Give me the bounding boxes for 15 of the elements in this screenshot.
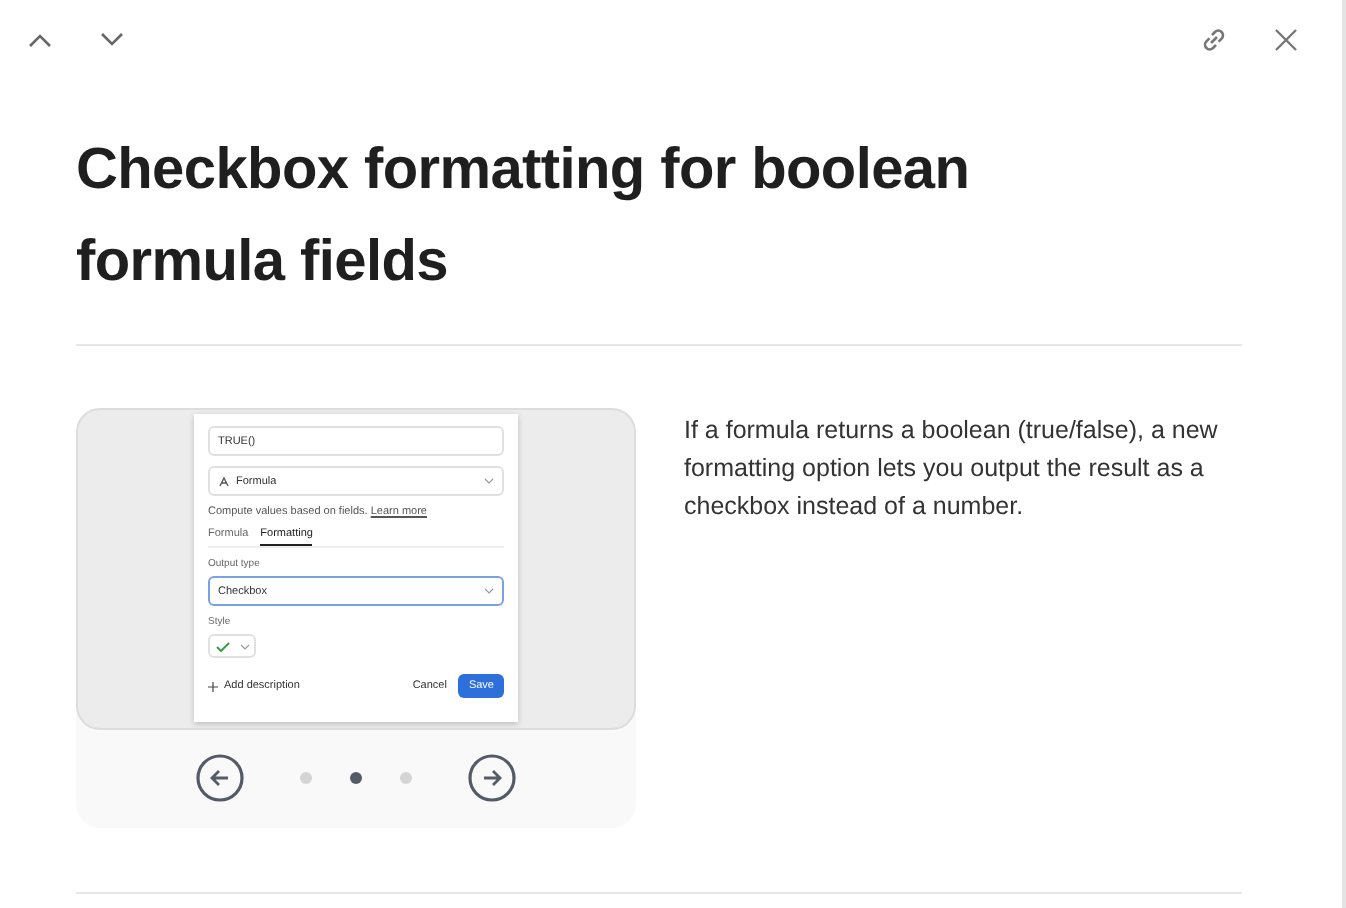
formula-icon [218,475,230,487]
chevron-icon [239,643,249,649]
next-slide-icon[interactable] [468,754,516,802]
close-icon[interactable] [1270,24,1302,56]
chevron-icon [484,478,494,484]
carousel-dot[interactable] [300,772,312,784]
previous-slide-icon[interactable] [196,754,244,802]
carousel-dot[interactable] [350,772,362,784]
carousel-dot[interactable] [400,772,412,784]
article-title: Checkbox formatting for boolean formula fields [76,136,972,298]
plus-icon [208,681,218,691]
description-text: If a formula returns a boolean (true/false), a new formatting option lets you output the result as a checkbox instead of a number. [684,414,1220,524]
checkmark-icon [215,641,229,651]
chevron-icon [484,588,494,594]
link-icon[interactable] [1198,24,1230,56]
